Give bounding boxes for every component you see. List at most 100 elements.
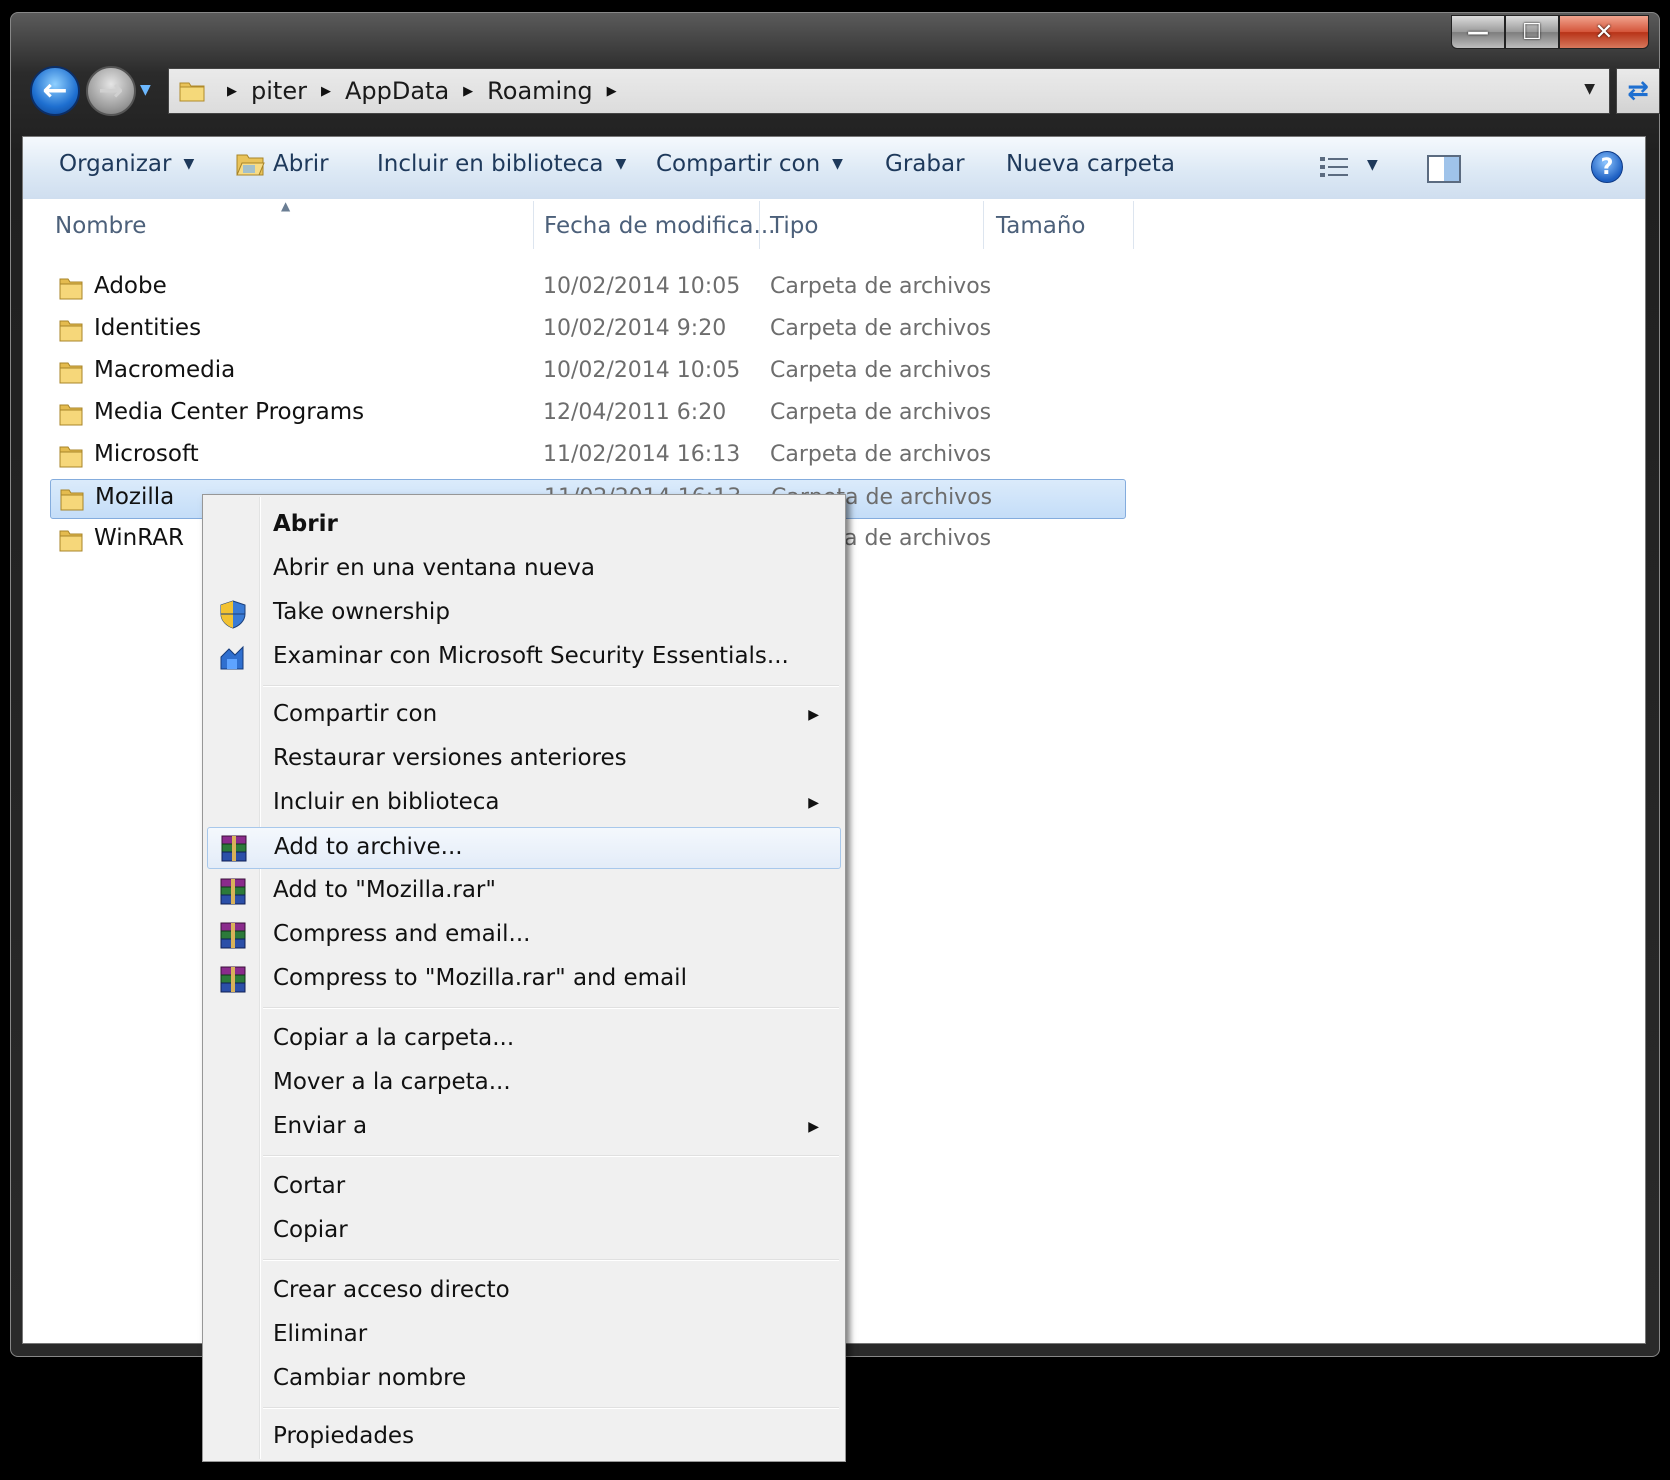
menu-item-label: Compress to "Mozilla.rar" and email [273,965,687,991]
file-name: Mozilla [95,484,175,510]
recent-pages-dropdown[interactable]: ▼ [140,82,151,98]
column-divider[interactable] [1133,201,1134,249]
menu-item-restore-versions[interactable]: Restaurar versiones anteriores [207,739,841,781]
menu-item-abrir[interactable]: Abrir [207,505,841,547]
maximize-icon: ☐ [1522,19,1542,45]
menu-item-label: Abrir en una ventana nueva [273,555,595,581]
list-item[interactable]: Macromedia 10/02/2014 10:05 Carpeta de a… [50,353,1126,393]
minimize-button[interactable]: — [1451,15,1505,49]
menu-item-take-ownership[interactable]: Take ownership [207,593,841,635]
menu-item-add-to-mozilla-rar[interactable]: Add to "Mozilla.rar" [207,871,841,913]
column-divider[interactable] [533,201,534,249]
menu-separator [263,1407,839,1409]
column-name[interactable]: Nombre [55,213,146,239]
menu-item-scan-security-essentials[interactable]: Examinar con Microsoft Security Essentia… [207,637,841,679]
menu-item-share-with[interactable]: Compartir con ▶ [207,695,841,737]
address-bar[interactable]: ▶ piter ▶ AppData ▶ Roaming ▶ ▼ [168,68,1610,114]
breadcrumb-appdata[interactable]: AppData [345,77,449,105]
folder-icon [59,362,83,384]
menu-item-delete[interactable]: Eliminar [207,1315,841,1357]
file-name: Identities [94,315,202,341]
list-item[interactable]: Identities 10/02/2014 9:20 Carpeta de ar… [50,311,1126,351]
winrar-icon [220,966,246,993]
file-type: Carpeta de archivos [770,274,992,299]
share-with-button[interactable]: Compartir con ▼ [656,151,843,177]
menu-item-label: Copiar [273,1217,348,1243]
column-divider[interactable] [759,201,760,249]
menu-separator [263,1007,839,1009]
file-type: Carpeta de archivos [770,316,992,341]
menu-item-label: Add to archive... [274,834,463,860]
open-button[interactable]: Abrir [235,151,329,177]
breadcrumb-separator-icon[interactable]: ▶ [227,84,237,99]
menu-item-create-shortcut[interactable]: Crear acceso directo [207,1271,841,1313]
column-type[interactable]: Tipo [770,213,818,239]
file-name: Microsoft [94,441,199,467]
column-divider[interactable] [983,201,984,249]
new-folder-button[interactable]: Nueva carpeta [1006,151,1175,177]
list-item[interactable]: Media Center Programs 12/04/2011 6:20 Ca… [50,395,1126,435]
menu-item-compress-and-email[interactable]: Compress and email... [207,915,841,957]
menu-item-copy[interactable]: Copiar [207,1211,841,1253]
address-history-dropdown-icon[interactable]: ▼ [1584,81,1595,97]
chevron-down-icon: ▼ [183,156,195,172]
folder-icon [60,489,84,511]
close-button[interactable]: ✕ [1559,15,1649,49]
menu-item-send-to[interactable]: Enviar a ▶ [207,1107,841,1149]
minimize-icon: — [1467,19,1489,45]
column-size[interactable]: Tamaño [996,213,1085,239]
menu-item-copy-to-folder[interactable]: Copiar a la carpeta... [207,1019,841,1061]
preview-pane-icon[interactable] [1427,155,1461,183]
folder-icon [179,82,205,102]
menu-item-label: Examinar con Microsoft Security Essentia… [273,643,789,669]
organize-button[interactable]: Organizar ▼ [59,151,194,177]
menu-item-open-new-window[interactable]: Abrir en una ventana nueva [207,549,841,591]
caption-buttons: — ☐ ✕ [1451,15,1649,51]
new-folder-label: Nueva carpeta [1006,151,1176,177]
sort-ascending-icon: ▲ [281,199,291,213]
open-label: Abrir [273,151,329,177]
organize-label: Organizar [59,151,172,177]
breadcrumb-separator-icon[interactable]: ▶ [463,84,473,99]
chevron-down-icon: ▼ [615,156,627,172]
help-button[interactable]: ? [1591,151,1623,183]
security-essentials-icon [220,645,244,670]
refresh-button[interactable]: ⇄ [1616,68,1660,114]
winrar-icon [220,922,246,949]
forward-button[interactable]: → [86,66,136,116]
breadcrumb-piter[interactable]: piter [251,77,307,105]
menu-item-cut[interactable]: Cortar [207,1167,841,1209]
maximize-button[interactable]: ☐ [1505,15,1559,49]
menu-item-label: Crear acceso directo [273,1277,510,1303]
menu-item-include-library[interactable]: Incluir en biblioteca ▶ [207,783,841,825]
file-name: Macromedia [94,357,236,383]
column-header-row: ▲ Nombre Fecha de modifica... Tipo Tamañ… [23,199,1645,257]
column-date[interactable]: Fecha de modifica... [544,213,775,239]
menu-item-compress-to-rar-and-email[interactable]: Compress to "Mozilla.rar" and email [207,959,841,1001]
menu-item-properties[interactable]: Propiedades [207,1417,841,1459]
view-details-icon[interactable] [1319,155,1351,181]
refresh-icon: ⇄ [1627,76,1649,106]
burn-button[interactable]: Grabar [885,151,965,177]
menu-item-rename[interactable]: Cambiar nombre [207,1359,841,1401]
menu-item-label: Copiar a la carpeta... [273,1025,515,1051]
include-library-label: Incluir en biblioteca [377,151,604,177]
breadcrumb-separator-icon[interactable]: ▶ [607,84,617,99]
file-date: 10/02/2014 10:05 [543,358,741,383]
file-date: 12/04/2011 6:20 [543,400,727,425]
breadcrumb-roaming[interactable]: Roaming [487,77,592,105]
breadcrumb-separator-icon[interactable]: ▶ [321,84,331,99]
file-type: Carpeta de archivos [770,400,992,425]
folder-icon [59,446,83,468]
list-item[interactable]: Microsoft 11/02/2014 16:13 Carpeta de ar… [50,437,1126,477]
include-library-button[interactable]: Incluir en biblioteca ▼ [377,151,626,177]
menu-item-move-to-folder[interactable]: Mover a la carpeta... [207,1063,841,1105]
menu-item-add-to-archive[interactable]: Add to archive... [207,827,841,869]
close-icon: ✕ [1594,19,1614,45]
back-button[interactable]: ← [30,66,80,116]
command-bar: Organizar ▼ Abrir Incluir en biblioteca ▼ … [23,137,1645,200]
list-item[interactable]: Adobe 10/02/2014 10:05 Carpeta de archiv… [50,269,1126,309]
winrar-icon [221,835,247,862]
submenu-arrow-icon: ▶ [808,795,819,811]
view-options-chevron-icon[interactable]: ▼ [1367,157,1378,173]
